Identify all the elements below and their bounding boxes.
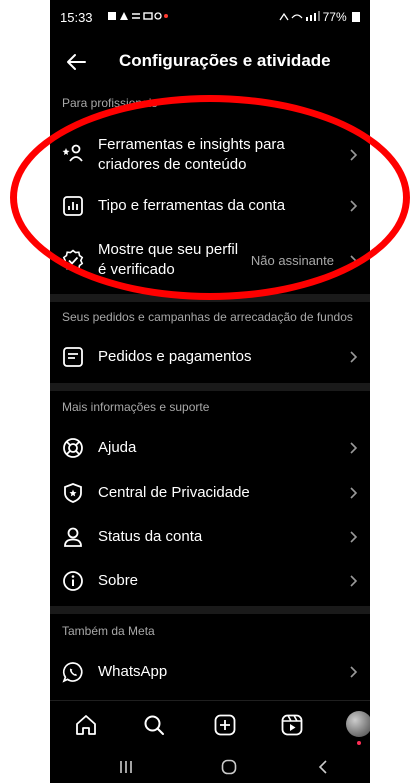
help-lifebuoy-icon	[63, 438, 83, 458]
chevron-right-icon	[350, 575, 358, 587]
row-whatsapp[interactable]: WhatsApp	[50, 658, 370, 686]
section-meta: Também da Meta	[62, 624, 155, 638]
creator-star-person-icon	[62, 144, 83, 162]
phone-screen: 15:33 77% Configurações e atividade Para…	[50, 0, 370, 783]
section-professionals: Para profissionais	[62, 96, 158, 110]
about-label: Sobre	[98, 572, 139, 589]
row-orders-payments[interactable]: Pedidos e pagamentos	[50, 343, 370, 371]
page-title: Configurações e atividade	[119, 51, 331, 70]
row-help[interactable]: Ajuda	[50, 434, 370, 462]
account-status-label: Status da conta	[98, 528, 203, 545]
chevron-right-icon	[350, 487, 358, 499]
verified-status-value: Não assinante	[250, 253, 334, 268]
chevron-right-icon	[350, 442, 358, 454]
orders-receipt-icon	[63, 347, 83, 367]
section-orders: Seus pedidos e campanhas de arrecadação …	[62, 310, 353, 324]
row-verified[interactable]: Mostre que seu perfil é verificado Não a…	[50, 237, 370, 283]
account-type-label: Tipo e ferramentas da conta	[98, 197, 286, 214]
back-arrow-icon[interactable]	[62, 48, 90, 76]
back-button-icon[interactable]	[315, 758, 333, 776]
help-label: Ajuda	[98, 439, 137, 456]
info-icon	[63, 571, 83, 591]
reels-icon[interactable]	[280, 713, 304, 737]
search-icon[interactable]	[142, 713, 166, 737]
home-icon[interactable]	[74, 713, 98, 737]
section-divider	[50, 294, 370, 302]
status-bar: 15:33 77%	[50, 0, 370, 30]
row-creator-tools[interactable]: Ferramentas e insights para criadores de…	[50, 130, 370, 180]
chevron-right-icon	[350, 149, 358, 161]
row-about[interactable]: Sobre	[50, 567, 370, 595]
notification-dot	[357, 741, 361, 745]
notification-icons	[108, 10, 170, 25]
recent-apps-icon[interactable]	[117, 758, 135, 776]
whatsapp-icon	[62, 662, 83, 683]
profile-avatar[interactable]	[346, 711, 370, 737]
row-account-type[interactable]: Tipo e ferramentas da conta	[50, 192, 370, 220]
battery-status: 77%	[278, 10, 360, 24]
page-header: Configurações e atividade	[50, 40, 370, 84]
chevron-right-icon	[350, 255, 358, 267]
home-button-icon[interactable]	[220, 758, 238, 776]
row-account-status[interactable]: Status da conta	[50, 523, 370, 551]
chevron-right-icon	[350, 351, 358, 363]
chevron-right-icon	[350, 531, 358, 543]
privacy-center-label: Central de Privacidade	[98, 484, 250, 501]
account-person-icon	[64, 527, 82, 547]
status-time: 15:33	[60, 10, 93, 25]
account-insights-icon	[63, 196, 83, 216]
section-divider	[50, 606, 370, 614]
section-support: Mais informações e suporte	[62, 400, 210, 414]
battery-percent: 77%	[322, 10, 347, 24]
battery-icon	[352, 12, 360, 22]
privacy-shield-icon	[64, 483, 82, 503]
creator-tools-label: Ferramentas e insights para criadores de…	[98, 136, 285, 173]
bottom-nav-bar	[50, 700, 370, 749]
chevron-right-icon	[350, 666, 358, 678]
row-privacy-center[interactable]: Central de Privacidade	[50, 479, 370, 507]
create-post-icon[interactable]	[213, 713, 237, 737]
section-divider	[50, 383, 370, 391]
whatsapp-label: WhatsApp	[98, 663, 168, 680]
orders-payments-label: Pedidos e pagamentos	[98, 348, 252, 365]
verified-badge-icon	[62, 249, 84, 271]
android-nav-bar	[50, 748, 370, 783]
verified-label: Mostre que seu perfil é verificado	[98, 241, 239, 278]
chevron-right-icon	[350, 200, 358, 212]
